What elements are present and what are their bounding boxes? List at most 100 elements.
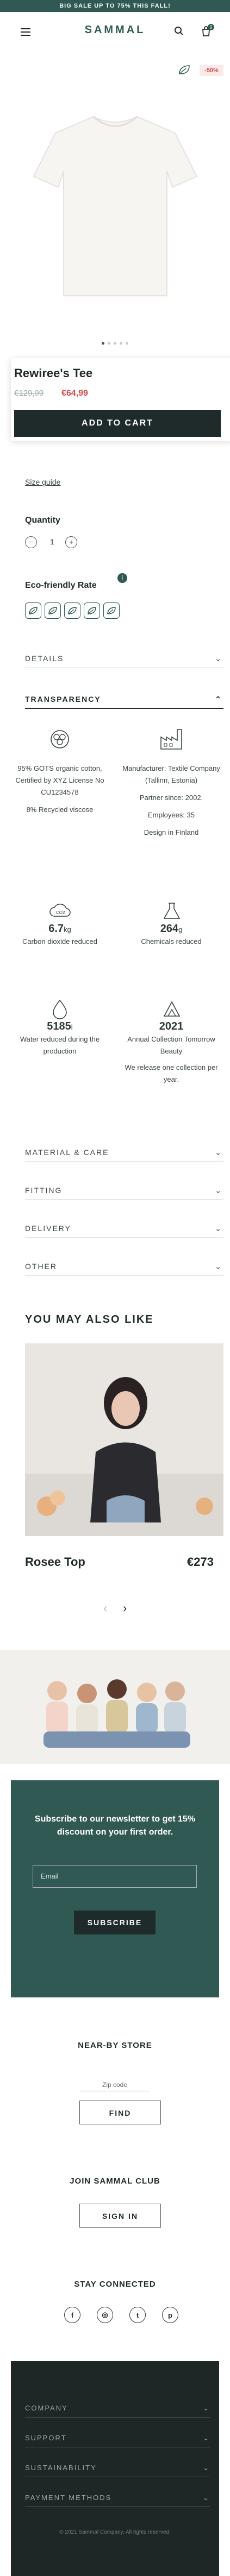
chevron-down-icon: ⌄: [203, 2464, 210, 2472]
co2-value: 6.7: [48, 923, 64, 935]
related-product-name[interactable]: Rosee Top: [25, 1555, 85, 1569]
accordion-transparency[interactable]: TRANSPARENCY ⌃: [25, 689, 223, 709]
carousel-next-button[interactable]: ›: [123, 1601, 127, 1615]
footer-link-payment[interactable]: PAYMENT METHODS ⌄: [25, 2489, 210, 2507]
gallery-dot[interactable]: [108, 342, 110, 345]
eco-rating: [25, 602, 120, 619]
promo-banner: BIG SALE UP TO 75% THIS FALL!: [0, 0, 230, 12]
chevron-right-icon: ›: [123, 1601, 127, 1615]
chemicals-stat: 264g Chemicals reduced: [122, 923, 220, 948]
pinterest-icon[interactable]: p: [162, 2307, 178, 2323]
product-gallery[interactable]: [0, 76, 230, 331]
collection-label: Annual Collection Tomorrow Beauty: [127, 1035, 215, 1055]
old-price: €129,99: [14, 389, 44, 398]
accordion-other[interactable]: OTHER ⌄: [25, 1257, 223, 1276]
water-label: Water reduced during the production: [20, 1035, 100, 1055]
accordion-delivery[interactable]: DELIVERY ⌄: [25, 1219, 223, 1238]
accordion-label: MATERIAL & CARE: [25, 1148, 109, 1157]
leaf-icon: [179, 65, 190, 74]
cotton-icon: [51, 730, 69, 748]
promo-text: BIG SALE UP TO 75% THIS FALL!: [59, 3, 171, 9]
design-text: Design in Finland: [144, 828, 199, 836]
co2-stat: 6.7kg Carbon dioxide reduced: [11, 923, 109, 948]
collection-year: 2021: [159, 1020, 184, 1032]
gallery-dot[interactable]: [102, 342, 104, 345]
accordion-material[interactable]: MATERIAL & CARE ⌄: [25, 1143, 223, 1162]
leaf-icon: [64, 602, 80, 619]
chevron-down-icon: ⌄: [215, 654, 222, 663]
gallery-dot[interactable]: [120, 342, 122, 345]
twitter-icon[interactable]: t: [129, 2307, 146, 2323]
facebook-icon[interactable]: f: [64, 2307, 80, 2323]
material-text: 95% GOTS organic cotton, Certified by XY…: [15, 764, 104, 796]
size-guide-link[interactable]: Size guide: [25, 478, 60, 486]
collection-icon: [163, 1001, 181, 1017]
chevron-down-icon: ⌄: [215, 1186, 222, 1195]
subscribe-button[interactable]: SUBSCRIBE: [74, 1911, 156, 1934]
email-input[interactable]: Email: [33, 1865, 197, 1888]
material-info: 95% GOTS organic cotton, Certified by XY…: [11, 763, 109, 816]
store-title: NEAR-BY STORE: [78, 2041, 152, 2050]
chemicals-icon: [163, 903, 181, 919]
find-store-button[interactable]: FIND: [79, 2101, 161, 2124]
accordion-label: TRANSPARENCY: [25, 695, 101, 703]
footer-link-label: SUSTAINABILITY: [25, 2464, 97, 2472]
footer-link-sustainability[interactable]: SUSTAINABILITY ⌄: [25, 2459, 210, 2477]
employees-text: Employees: 35: [148, 811, 195, 819]
add-to-cart-button[interactable]: ADD TO CART: [14, 410, 221, 437]
chevron-down-icon: ⌄: [215, 1262, 222, 1271]
footer-link-label: COMPANY: [25, 2404, 68, 2412]
gallery-dots[interactable]: [0, 342, 230, 345]
footer-link-company[interactable]: COMPANY ⌄: [25, 2399, 210, 2418]
eco-rate-label: Eco-friendly Rate: [25, 581, 97, 590]
co2-icon: CO2: [49, 903, 71, 917]
material-text-secondary: 8% Recycled viscose: [26, 805, 94, 814]
collection-note: We release one collection per year.: [125, 1063, 218, 1083]
chemicals-label: Chemicals reduced: [141, 937, 202, 946]
quantity-increase-button[interactable]: +: [65, 536, 77, 548]
product-name: Rewiree's Tee: [14, 366, 93, 380]
group-photo: [0, 1650, 230, 1764]
footer-link-label: PAYMENT METHODS: [25, 2493, 112, 2502]
cart-count: 0: [208, 24, 214, 30]
related-title: YOU MAY ALSO LIKE: [25, 1314, 154, 1325]
site-logo[interactable]: SAMMAL: [0, 24, 230, 36]
info-icon[interactable]: i: [117, 573, 127, 583]
footer-link-support[interactable]: SUPPORT ⌄: [25, 2429, 210, 2447]
search-icon[interactable]: [174, 26, 184, 36]
copyright: © 2021 Sammal Company. All rights reserv…: [59, 2529, 171, 2535]
club-title: JOIN SAMMAL CLUB: [70, 2177, 160, 2186]
gallery-dot[interactable]: [126, 342, 128, 345]
partner-text: Partner since: 2002.: [139, 794, 203, 802]
product-image: [33, 116, 197, 296]
model-photo: [25, 1343, 223, 1536]
leaf-icon: [84, 602, 100, 619]
chevron-left-icon: ‹: [103, 1601, 108, 1615]
social-links: f ◎ t p: [64, 2307, 178, 2323]
footer-link-label: SUPPORT: [25, 2434, 67, 2442]
instagram-icon[interactable]: ◎: [97, 2307, 113, 2323]
sign-in-button[interactable]: SIGN IN: [79, 2204, 161, 2228]
chevron-down-icon: ⌄: [203, 2493, 210, 2502]
accordion-label: FITTING: [25, 1186, 63, 1195]
carousel-prev-button[interactable]: ‹: [103, 1601, 107, 1615]
water-icon: [53, 999, 67, 1019]
related-product-price: €273: [187, 1555, 214, 1569]
accordion-fitting[interactable]: FITTING ⌄: [25, 1181, 223, 1200]
related-product-image[interactable]: [25, 1343, 223, 1536]
zip-code-input[interactable]: Zip code: [79, 2081, 150, 2091]
sale-badge: -50%: [200, 65, 223, 76]
quantity-decrease-button[interactable]: −: [25, 536, 37, 548]
co2-unit: kg: [64, 925, 71, 934]
chevron-down-icon: ⌄: [215, 1148, 222, 1157]
svg-text:CO2: CO2: [56, 910, 65, 915]
chevron-up-icon: ⌃: [215, 695, 222, 703]
leaf-icon: [25, 602, 41, 619]
quantity-value[interactable]: 1: [50, 537, 54, 546]
gallery-dot[interactable]: [114, 342, 116, 345]
social-title: STAY CONNECTED: [74, 2280, 156, 2289]
accordion-details[interactable]: DETAILS ⌄: [25, 649, 223, 668]
chevron-down-icon: ⌄: [215, 1224, 222, 1233]
water-unit: l: [71, 1023, 73, 1031]
newsletter-text: Subscribe to our newsletter to get 15% d…: [34, 1814, 196, 1837]
